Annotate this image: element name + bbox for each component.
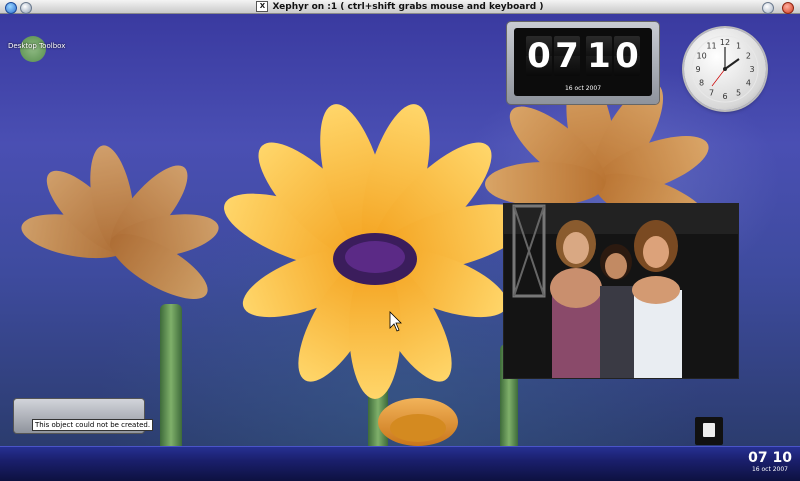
clock-second-hand <box>711 68 726 87</box>
clock-number: 2 <box>746 52 751 61</box>
window-title: X Xephyr on :1 ( ctrl+shift grabs mouse a… <box>0 0 800 14</box>
clock-hour-hand <box>724 58 740 70</box>
clock-number: 1 <box>736 42 741 51</box>
flip-clock-date: 16 oct 2007 <box>564 85 602 92</box>
panel-clock-date: 16 oct 2007 <box>751 466 788 473</box>
trash-icon[interactable] <box>695 417 723 445</box>
window-title-text: Xephyr on :1 ( ctrl+shift grabs mouse an… <box>272 2 544 12</box>
clock-number: 3 <box>749 65 754 74</box>
panel-clock-time[interactable]: 07 10 <box>748 450 792 466</box>
clock-number: 11 <box>706 42 716 51</box>
clock-number: 12 <box>720 38 730 47</box>
clock-number: 10 <box>697 52 707 61</box>
flip-clock-digit: 7 <box>554 36 580 76</box>
flip-clock-face: 0710 16 oct 2007 <box>514 28 652 96</box>
clock-number: 6 <box>722 92 727 101</box>
photo-frame-widget[interactable] <box>504 204 738 378</box>
clock-number: 9 <box>695 65 700 74</box>
clock-number: 4 <box>746 79 751 88</box>
flip-clock-digit: 0 <box>526 36 552 76</box>
toolbox-label: Desktop Toolbox <box>8 42 66 50</box>
clock-number: 5 <box>736 88 741 97</box>
analog-clock-face: 12 12 3 45678 9 1011 <box>691 35 759 103</box>
bottom-panel[interactable]: 07 10 16 oct 2007 <box>0 446 800 481</box>
flip-clock-digits: 0710 <box>514 36 652 76</box>
window-maximize-button[interactable] <box>762 2 774 14</box>
flip-clock-widget[interactable]: 0710 16 oct 2007 <box>507 22 659 104</box>
flip-clock-digit: 0 <box>614 36 640 76</box>
window-titlebar[interactable]: X Xephyr on :1 ( ctrl+shift grabs mouse a… <box>0 0 800 14</box>
window-close-button[interactable] <box>782 2 794 14</box>
clock-number: 8 <box>699 79 704 88</box>
analog-clock-widget[interactable]: 12 1 2 3 4 5 6 7 8 9 10 11 <box>684 28 766 110</box>
clock-number: 7 <box>709 88 714 97</box>
error-message: This object could not be created. <box>32 419 154 431</box>
desktop-toolbox[interactable]: Desktop Toolbox <box>0 14 72 78</box>
x-app-icon: X <box>256 1 269 12</box>
photo-image <box>504 204 738 378</box>
flip-clock-digit: 1 <box>586 36 612 76</box>
